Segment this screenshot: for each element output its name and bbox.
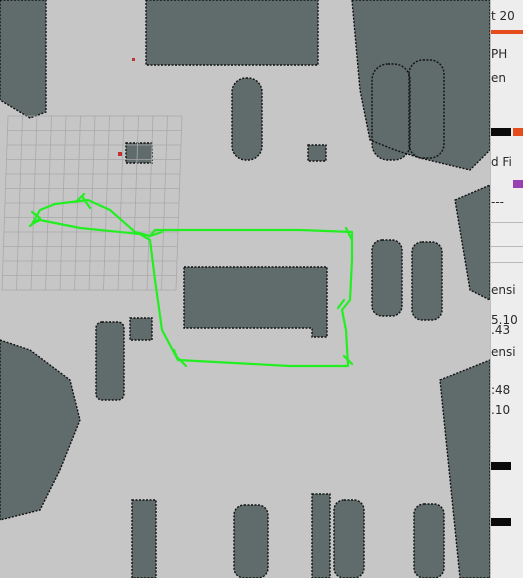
pillar-obstacle bbox=[372, 64, 410, 160]
pillar-obstacle bbox=[414, 504, 444, 578]
color-swatch bbox=[513, 128, 523, 136]
pillar-obstacle bbox=[312, 494, 330, 578]
panel-dark-block bbox=[491, 518, 511, 526]
properties-side-panel[interactable]: t 20 PH en d Fi --- ensi 5.10 .43 ensi :… bbox=[490, 0, 523, 578]
panel-dark-block bbox=[491, 128, 511, 136]
panel-text-line: --- bbox=[491, 195, 504, 209]
occupancy-map-view[interactable] bbox=[0, 0, 490, 578]
panel-text-line: .10 bbox=[491, 403, 511, 417]
obstacle-region bbox=[455, 185, 490, 300]
panel-text-line: .43 bbox=[491, 323, 511, 337]
pillar-obstacle bbox=[412, 242, 442, 320]
panel-text-line: PH bbox=[491, 47, 508, 61]
color-swatch bbox=[491, 30, 523, 34]
pillar-obstacle bbox=[372, 240, 402, 316]
obstacle-region bbox=[146, 0, 318, 65]
obstacle-region bbox=[440, 360, 490, 578]
pillar-obstacle bbox=[96, 322, 124, 400]
panel-divider bbox=[491, 262, 523, 263]
pillar-obstacle bbox=[132, 500, 156, 578]
occupancy-shading bbox=[0, 0, 490, 578]
panel-text-line: en bbox=[491, 71, 506, 85]
panel-text-line: ensi bbox=[491, 345, 516, 359]
panel-dark-block bbox=[491, 462, 511, 470]
panel-text-line: t 20 bbox=[491, 9, 515, 23]
small-marker bbox=[118, 58, 135, 156]
central-building bbox=[184, 267, 327, 337]
obstacle-region bbox=[0, 340, 80, 520]
panel-text-line: :48 bbox=[491, 383, 511, 397]
panel-divider bbox=[491, 222, 523, 223]
panel-divider bbox=[491, 246, 523, 247]
pillar-obstacle bbox=[409, 60, 444, 158]
panel-text-line: d Fi bbox=[491, 155, 512, 169]
pillar-obstacle bbox=[232, 78, 262, 160]
pillar-obstacle bbox=[130, 318, 152, 340]
panel-text-line: ensi bbox=[491, 283, 516, 297]
pillar-obstacle bbox=[334, 500, 364, 578]
obstacle-region bbox=[0, 0, 46, 118]
map-canvas[interactable] bbox=[0, 0, 490, 578]
pillar-obstacle bbox=[308, 145, 326, 161]
pillar-obstacle bbox=[234, 505, 268, 578]
pillar-obstacle bbox=[126, 143, 152, 163]
color-swatch bbox=[513, 180, 523, 188]
